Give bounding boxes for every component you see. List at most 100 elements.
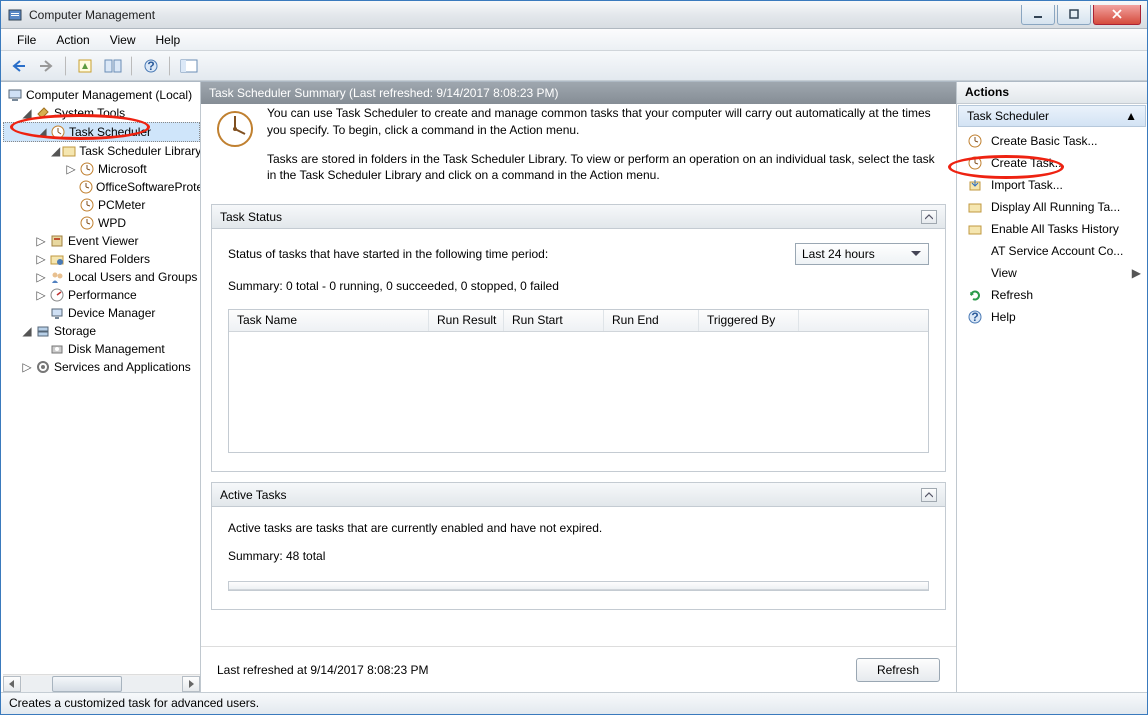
menubar: File Action View Help xyxy=(1,29,1147,51)
refresh-button[interactable]: Refresh xyxy=(856,658,940,682)
col-run-start[interactable]: Run Start xyxy=(504,310,604,331)
svg-text:?: ? xyxy=(971,310,978,324)
scroll-track[interactable] xyxy=(22,676,181,692)
scroll-thumb[interactable] xyxy=(52,676,122,692)
tree-storage[interactable]: ◢Storage xyxy=(3,322,200,340)
storage-icon xyxy=(35,323,51,339)
task-status-section: Task Status Status of tasks that have st… xyxy=(211,204,946,472)
expand-icon[interactable]: ◢ xyxy=(21,325,33,337)
tree-wpd[interactable]: WPD xyxy=(3,214,200,232)
menu-action[interactable]: Action xyxy=(46,31,99,49)
content-body: You can use Task Scheduler to create and… xyxy=(201,104,956,646)
tree-microsoft[interactable]: ▷Microsoft xyxy=(3,160,200,178)
tree-event-viewer[interactable]: ▷Event Viewer xyxy=(3,232,200,250)
action-create-task[interactable]: Create Task... xyxy=(957,152,1147,174)
import-icon xyxy=(967,177,983,193)
action-import-task[interactable]: Import Task... xyxy=(957,174,1147,196)
table-header[interactable] xyxy=(229,582,928,590)
expand-icon[interactable]: ▷ xyxy=(21,361,33,373)
library-icon xyxy=(62,143,76,159)
forward-button[interactable] xyxy=(35,54,59,78)
titlebar[interactable]: Computer Management xyxy=(1,1,1147,29)
toolbar-separator xyxy=(65,56,67,76)
task-status-header[interactable]: Task Status xyxy=(212,205,945,229)
back-button[interactable] xyxy=(7,54,31,78)
event-viewer-icon xyxy=(49,233,65,249)
tree-pcmeter[interactable]: PCMeter xyxy=(3,196,200,214)
table-header[interactable]: Task Name Run Result Run Start Run End T… xyxy=(229,310,928,332)
collapse-icon[interactable]: ▲ xyxy=(1125,109,1137,123)
tree-task-scheduler-library[interactable]: ◢Task Scheduler Library xyxy=(3,142,200,160)
collapse-icon[interactable] xyxy=(921,488,937,502)
action-display-running[interactable]: Display All Running Ta... xyxy=(957,196,1147,218)
up-button[interactable] xyxy=(73,54,97,78)
expand-icon[interactable]: ▷ xyxy=(35,271,47,283)
scroll-left-button[interactable] xyxy=(3,676,21,692)
maximize-button[interactable] xyxy=(1057,5,1091,25)
action-at-service[interactable]: AT Service Account Co... xyxy=(957,240,1147,262)
tree-shared-folders[interactable]: ▷Shared Folders xyxy=(3,250,200,268)
col-run-end[interactable]: Run End xyxy=(604,310,699,331)
active-tasks-desc: Active tasks are tasks that are currentl… xyxy=(228,521,929,535)
active-tasks-summary: Summary: 48 total xyxy=(228,549,929,563)
menu-file[interactable]: File xyxy=(7,31,46,49)
show-hide-button[interactable] xyxy=(101,54,125,78)
expand-icon[interactable]: ▷ xyxy=(35,289,47,301)
actions-header: Actions xyxy=(957,82,1147,104)
tree-system-tools[interactable]: ◢System Tools xyxy=(3,104,200,122)
device-icon xyxy=(49,305,65,321)
tree-task-scheduler[interactable]: ◢Task Scheduler xyxy=(3,122,200,142)
expand-icon[interactable]: ▷ xyxy=(35,253,47,265)
panel-toggle-button[interactable] xyxy=(177,54,201,78)
users-icon xyxy=(49,269,65,285)
folder-icon xyxy=(967,221,983,237)
app-window: Computer Management File Action View Hel… xyxy=(0,0,1148,715)
active-tasks-header[interactable]: Active Tasks xyxy=(212,483,945,507)
nav-tree[interactable]: Computer Management (Local) ◢System Tool… xyxy=(3,84,200,674)
computer-icon xyxy=(7,87,23,103)
tree-office-software[interactable]: OfficeSoftwareProte xyxy=(3,178,200,196)
description-2: Tasks are stored in folders in the Task … xyxy=(267,151,940,185)
help-button[interactable]: ? xyxy=(139,54,163,78)
expand-icon[interactable]: ◢ xyxy=(51,145,60,157)
action-refresh[interactable]: Refresh xyxy=(957,284,1147,306)
minimize-button[interactable] xyxy=(1021,5,1055,25)
col-task-name[interactable]: Task Name xyxy=(229,310,429,331)
time-period-select[interactable]: Last 24 hours xyxy=(795,243,929,265)
action-enable-history[interactable]: Enable All Tasks History xyxy=(957,218,1147,240)
tree-disk-management[interactable]: ▷Disk Management xyxy=(3,340,200,358)
refresh-icon xyxy=(967,287,983,303)
content-pane: Task Scheduler Summary (Last refreshed: … xyxy=(201,82,957,692)
disk-icon xyxy=(49,341,65,357)
folder-clock-icon xyxy=(79,179,93,195)
tree-hscrollbar[interactable] xyxy=(3,674,200,692)
expand-icon[interactable]: ◢ xyxy=(21,107,33,119)
app-icon xyxy=(7,7,23,23)
scroll-right-button[interactable] xyxy=(182,676,200,692)
expand-icon[interactable]: ◢ xyxy=(36,126,48,138)
clock-wizard-icon xyxy=(967,133,983,149)
tree-device-manager[interactable]: ▷Device Manager xyxy=(3,304,200,322)
tree-performance[interactable]: ▷Performance xyxy=(3,286,200,304)
menu-help[interactable]: Help xyxy=(146,31,191,49)
collapse-icon[interactable] xyxy=(921,210,937,224)
action-help[interactable]: ?Help xyxy=(957,306,1147,328)
last-refreshed: Last refreshed at 9/14/2017 8:08:23 PM xyxy=(217,663,428,677)
task-status-summary: Summary: 0 total - 0 running, 0 succeede… xyxy=(228,279,929,293)
tree-local-users[interactable]: ▷Local Users and Groups xyxy=(3,268,200,286)
nav-tree-pane: Computer Management (Local) ◢System Tool… xyxy=(1,82,201,692)
col-triggered-by[interactable]: Triggered By xyxy=(699,310,799,331)
scheduler-large-icon xyxy=(211,105,259,153)
actions-subheader[interactable]: Task Scheduler ▲ xyxy=(958,105,1146,127)
close-button[interactable] xyxy=(1093,5,1141,25)
action-view[interactable]: View▶ xyxy=(957,262,1147,284)
help-icon: ? xyxy=(967,309,983,325)
tree-services[interactable]: ▷Services and Applications xyxy=(3,358,200,376)
action-create-basic-task[interactable]: Create Basic Task... xyxy=(957,130,1147,152)
task-status-table: Task Name Run Result Run Start Run End T… xyxy=(228,309,929,453)
tree-root[interactable]: Computer Management (Local) xyxy=(3,86,200,104)
col-run-result[interactable]: Run Result xyxy=(429,310,504,331)
menu-view[interactable]: View xyxy=(100,31,146,49)
expand-icon[interactable]: ▷ xyxy=(65,163,77,175)
expand-icon[interactable]: ▷ xyxy=(35,235,47,247)
